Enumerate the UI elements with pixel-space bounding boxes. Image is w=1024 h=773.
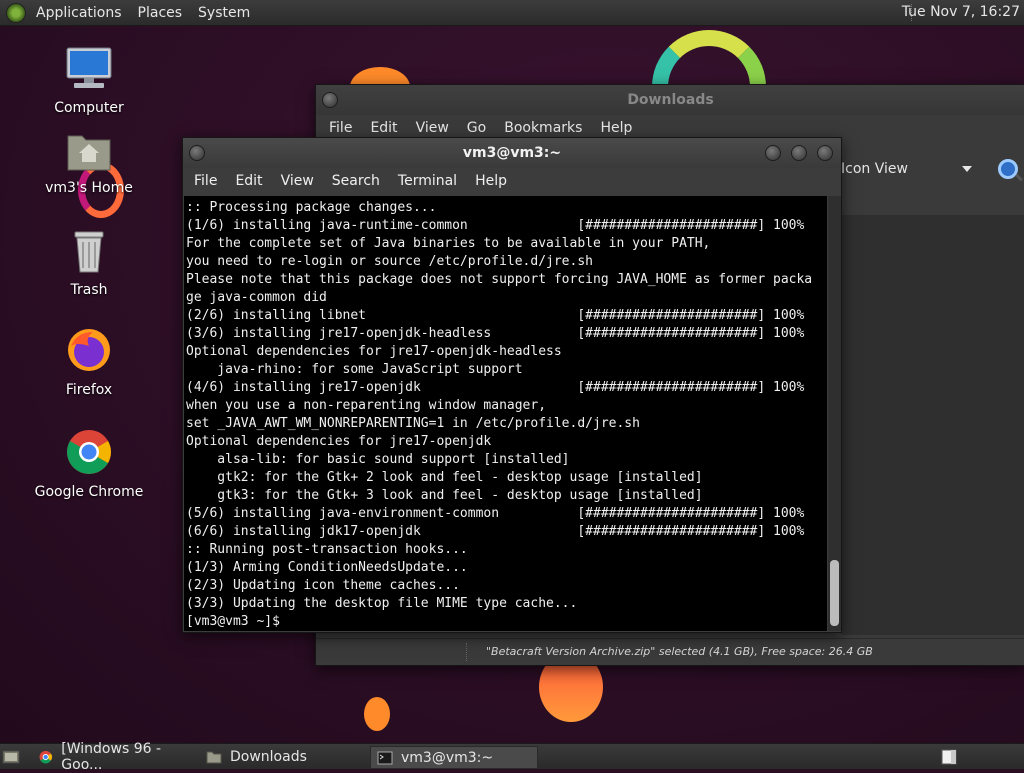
terminal-line: gtk3: for the Gtk+ 3 look and feel - des… [186, 488, 703, 503]
menu-go[interactable]: Go [458, 120, 495, 136]
menu-search[interactable]: Search [323, 173, 389, 189]
menu-view[interactable]: View [272, 173, 323, 189]
menu-view[interactable]: View [407, 120, 458, 136]
terminal-titlebar[interactable]: vm3@vm3:~ [183, 138, 841, 168]
menu-edit[interactable]: Edit [226, 173, 271, 189]
terminal-prompt: [vm3@vm3 ~]$ [186, 614, 288, 629]
terminal-line: Please note that this package does not s… [186, 272, 813, 287]
taskbar-item-label: Downloads [230, 748, 307, 765]
desktop-icon-trash[interactable]: Trash [34, 228, 144, 298]
minimize-button[interactable] [765, 145, 781, 161]
close-button[interactable] [817, 145, 833, 161]
desktop-icon-home[interactable]: vm3's Home [34, 130, 144, 196]
terminal-line: (2/6) installing libnet [###############… [186, 308, 805, 323]
trash-icon [74, 231, 104, 273]
terminal-line: (2/3) Updating icon theme caches... [186, 578, 460, 593]
taskbar-item-terminal[interactable]: vm3@vm3:~ [370, 746, 538, 769]
terminal-line: (1/3) Arming ConditionNeedsUpdate... [186, 560, 468, 575]
terminal-window: vm3@vm3:~ File Edit View Search Terminal… [182, 137, 842, 633]
terminal-title: vm3@vm3:~ [462, 145, 562, 161]
menu-help[interactable]: Help [466, 173, 516, 189]
bottom-panel: [Windows 96 - Goo... Downloads vm3@vm3:~ [0, 741, 1024, 773]
menu-file[interactable]: File [185, 173, 226, 189]
desktop-icon-chrome[interactable]: Google Chrome [34, 428, 144, 500]
terminal-line: (3/6) installing jre17-openjdk-headless … [186, 326, 805, 341]
terminal-line: gtk2: for the Gtk+ 2 look and feel - des… [186, 470, 703, 485]
folder-icon [206, 751, 222, 763]
menu-help[interactable]: Help [591, 120, 641, 136]
terminal-output[interactable]: :: Processing package changes... (1/6) i… [184, 196, 827, 631]
wallpaper-blob [364, 697, 390, 731]
desktop-icon-label: vm3's Home [45, 180, 133, 196]
desktop-icon-label: Computer [54, 100, 124, 116]
window-menu-button[interactable] [189, 145, 205, 161]
file-manager-title: Downloads [627, 92, 714, 108]
taskbar-item-downloads[interactable]: Downloads [200, 746, 364, 767]
terminal-line: :: Processing package changes... [186, 200, 437, 215]
terminal-icon [377, 751, 393, 764]
status-bar: "Betacraft Version Archive.zip" selected… [316, 638, 1024, 665]
top-panel: Applications Places System Tue Nov 7, 16… [0, 0, 1024, 26]
terminal-line: (4/6) installing jre17-openjdk [########… [186, 380, 805, 395]
taskbar-item-label: vm3@vm3:~ [401, 749, 494, 766]
view-mode-select[interactable]: Icon View [841, 161, 908, 177]
terminal-line: (1/6) installing java-runtime-common [##… [186, 218, 805, 233]
terminal-line: For the complete set of Java binaries to… [186, 236, 711, 251]
file-manager-titlebar[interactable]: Downloads [316, 85, 1024, 115]
file-view-pane[interactable] [841, 215, 1024, 635]
desktop-icon-label: Google Chrome [34, 484, 144, 500]
places-menu[interactable]: Places [130, 5, 191, 21]
system-menu[interactable]: System [190, 5, 258, 21]
terminal-scrollbar[interactable] [828, 196, 841, 631]
menu-file[interactable]: File [320, 120, 361, 136]
firefox-icon [68, 329, 110, 371]
terminal-menubar: File Edit View Search Terminal Help [183, 168, 841, 194]
scrollbar-thumb[interactable] [830, 560, 839, 626]
terminal-line: (3/3) Updating the desktop file MIME typ… [186, 596, 578, 611]
window-menu-button[interactable] [322, 92, 338, 108]
desktop-icon-firefox[interactable]: Firefox [34, 326, 144, 398]
maximize-button[interactable] [791, 145, 807, 161]
menu-edit[interactable]: Edit [361, 120, 406, 136]
search-icon[interactable] [997, 159, 1018, 179]
clock[interactable]: Tue Nov 7, 16:27 [902, 4, 1020, 20]
mate-logo-icon[interactable] [6, 2, 26, 23]
terminal-line: when you use a non-reparenting window ma… [186, 398, 547, 413]
terminal-line: ge java-common did [186, 290, 327, 305]
applications-menu[interactable]: Applications [28, 5, 130, 21]
show-desktop-button[interactable] [2, 746, 20, 767]
show-desktop-icon [2, 750, 20, 763]
menu-bookmarks[interactable]: Bookmarks [495, 120, 591, 136]
home-folder-icon [67, 135, 111, 171]
terminal-line: Optional dependencies for jre17-openjdk [186, 434, 492, 449]
terminal-line: (5/6) installing java-environment-common… [186, 506, 805, 521]
computer-icon [66, 47, 112, 88]
status-text: "Betacraft Version Archive.zip" selected… [486, 645, 873, 658]
chrome-icon [67, 430, 111, 474]
desktop-icon-label: Firefox [65, 382, 113, 398]
terminal-line: (6/6) installing jdk17-openjdk [########… [186, 524, 805, 539]
view-controls: Icon View [841, 155, 1018, 183]
chevron-down-icon[interactable] [961, 166, 972, 172]
terminal-line: you need to re-login or source /etc/prof… [186, 254, 593, 269]
terminal-line: Optional dependencies for jre17-openjdk-… [186, 344, 562, 359]
workspace-switcher[interactable] [940, 746, 958, 767]
desktop-icon-computer[interactable]: Computer [34, 46, 144, 116]
desktop-icon-label: Trash [70, 282, 108, 298]
chrome-icon [39, 750, 52, 763]
menu-terminal[interactable]: Terminal [389, 173, 466, 189]
terminal-line: :: Running post-transaction hooks... [186, 542, 468, 557]
terminal-line: java-rhino: for some JavaScript support [186, 362, 523, 377]
terminal-line: set _JAVA_AWT_WM_NONREPARENTING=1 in /et… [186, 416, 640, 431]
terminal-line: alsa-lib: for basic sound support [insta… [186, 452, 570, 467]
taskbar-item-chrome[interactable]: [Windows 96 - Goo... [32, 741, 200, 773]
workspace-icon [941, 749, 957, 764]
status-grip [466, 643, 467, 661]
